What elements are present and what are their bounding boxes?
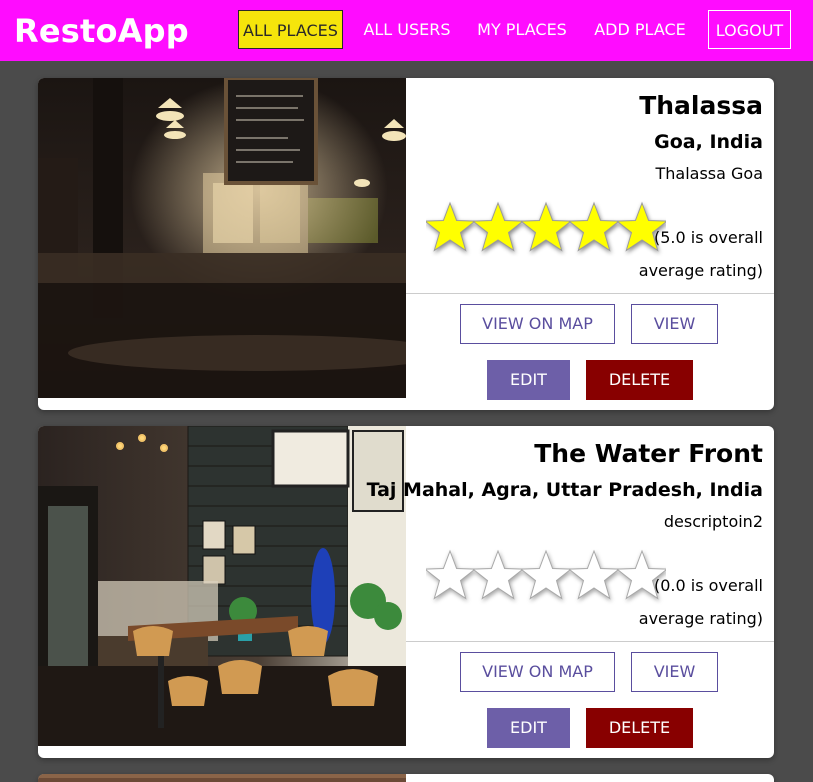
edit-button[interactable]: EDIT [487,360,570,400]
view-on-map-button[interactable]: VIEW ON MAP [460,652,615,692]
nav-all-users[interactable]: ALL USERS [357,10,457,49]
view-button[interactable]: VIEW [631,304,718,344]
nav-all-places[interactable]: ALL PLACES [238,10,343,49]
nav-add-place[interactable]: ADD PLACE [587,10,693,49]
rating-text-2: average rating) [638,261,763,280]
edit-button[interactable]: EDIT [487,708,570,748]
rating-stars [426,549,666,600]
rating-text: (0.0 is overall [653,576,763,595]
view-button[interactable]: VIEW [631,652,718,692]
place-description: descriptoin2 [663,512,763,531]
view-on-map-button[interactable]: VIEW ON MAP [460,304,615,344]
nav-my-places[interactable]: MY PLACES [470,10,574,49]
star-icon [426,201,666,252]
place-card: The Water Front Taj Mahal, Agra, Uttar P… [38,426,774,758]
top-navigation-bar: RestoApp ALL PLACES ALL USERS MY PLACES … [0,0,813,61]
delete-button[interactable]: DELETE [586,360,693,400]
place-address: Taj Mahal, Agra, Uttar Pradesh, India [366,479,763,501]
place-address: Goa, India [654,131,763,153]
place-image [38,774,406,782]
star-outline-icon [426,549,666,600]
place-image [38,426,406,746]
divider [406,293,774,294]
rating-text: (5.0 is overall [653,228,763,247]
place-title: The Water Front [534,439,763,468]
rating-stars [426,201,666,252]
app-logo[interactable]: RestoApp [14,11,189,51]
divider [406,641,774,642]
place-card: Thalassa Goa, India Thalassa Goa (5.0 is… [38,78,774,410]
place-card [38,774,774,782]
logout-button[interactable]: LOGOUT [708,10,791,49]
place-title: Thalassa [639,91,763,120]
place-description: Thalassa Goa [655,164,763,183]
place-image [38,78,406,398]
delete-button[interactable]: DELETE [586,708,693,748]
rating-text-2: average rating) [638,609,763,628]
